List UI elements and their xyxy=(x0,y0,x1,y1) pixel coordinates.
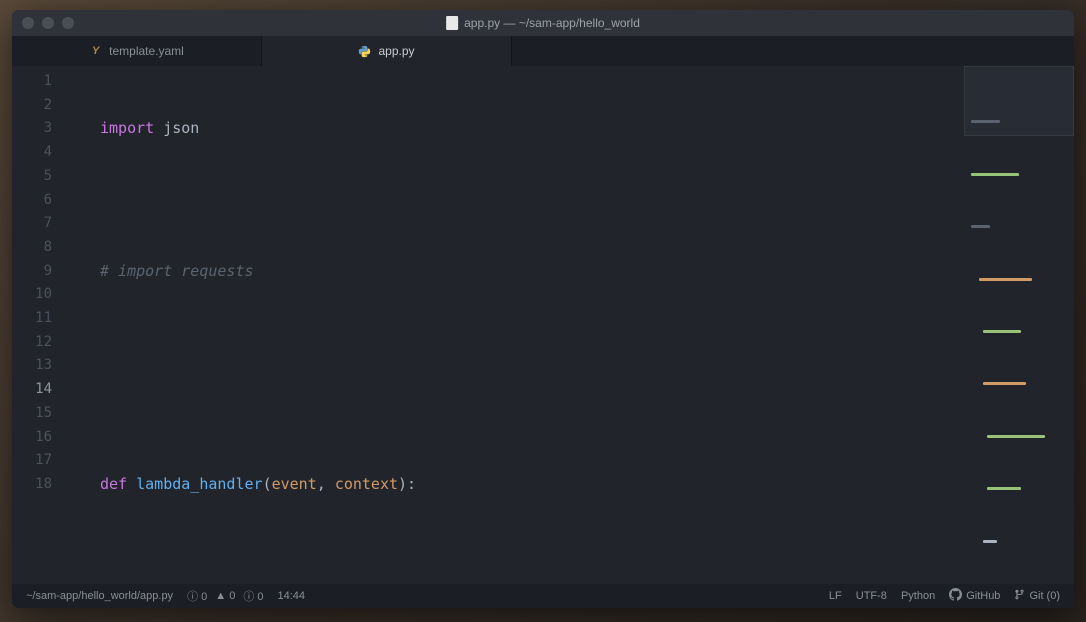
line-5 xyxy=(70,402,1074,426)
git-branch-icon xyxy=(1014,589,1025,603)
status-bar: ~/sam-app/hello_world/app.py ⓘ 0 ▲ 0 ⓘ 0… xyxy=(12,584,1074,608)
line-1: import json xyxy=(70,117,1074,141)
tab-bar: Y template.yaml app.py xyxy=(12,36,1074,66)
tab-label: template.yaml xyxy=(109,44,184,58)
status-encoding[interactable]: UTF-8 xyxy=(856,590,887,602)
minimap[interactable] xyxy=(964,66,1074,136)
minimize-button[interactable] xyxy=(42,17,54,29)
python-icon xyxy=(358,45,371,58)
code-content[interactable]: import json # import requests def lambda… xyxy=(70,66,1074,584)
line-6: def lambda_handler(event, context): xyxy=(70,473,1074,497)
line-numbers: 1 2 3 4 5 6 7 8 9 10 11 12 13 14 15 16 1… xyxy=(12,66,70,584)
info-icon: ⓘ 0 xyxy=(187,588,207,604)
status-time: 14:44 xyxy=(278,590,306,602)
traffic-lights xyxy=(22,17,74,29)
file-icon xyxy=(446,16,458,30)
status-eol[interactable]: LF xyxy=(829,590,842,602)
close-button[interactable] xyxy=(22,17,34,29)
status-file-path[interactable]: ~/sam-app/hello_world/app.py xyxy=(26,590,173,602)
window-title: app.py — ~/sam-app/hello_world xyxy=(446,16,640,30)
editor-window: app.py — ~/sam-app/hello_world Y templat… xyxy=(12,10,1074,608)
status-git[interactable]: Git (0) xyxy=(1014,589,1060,603)
tab-label: app.py xyxy=(378,44,414,58)
yaml-icon: Y xyxy=(89,45,102,58)
titlebar: app.py — ~/sam-app/hello_world xyxy=(12,10,1074,36)
window-title-text: app.py — ~/sam-app/hello_world xyxy=(464,16,640,30)
editor[interactable]: 1 2 3 4 5 6 7 8 9 10 11 12 13 14 15 16 1… xyxy=(12,66,1074,584)
line-2 xyxy=(70,189,1074,213)
line-7 xyxy=(70,544,1074,568)
status-github[interactable]: GitHub xyxy=(949,588,1000,604)
error-icon: ⓘ 0 xyxy=(243,588,263,604)
zoom-button[interactable] xyxy=(62,17,74,29)
line-4 xyxy=(70,331,1074,355)
tab-template-yaml[interactable]: Y template.yaml xyxy=(12,36,262,66)
status-diagnostics[interactable]: ⓘ 0 ▲ 0 ⓘ 0 xyxy=(187,588,263,604)
github-icon xyxy=(949,588,962,604)
warning-icon: ▲ 0 xyxy=(215,590,235,602)
line-3: # import requests xyxy=(70,260,1074,284)
status-language[interactable]: Python xyxy=(901,590,935,602)
tab-app-py[interactable]: app.py xyxy=(262,36,512,66)
